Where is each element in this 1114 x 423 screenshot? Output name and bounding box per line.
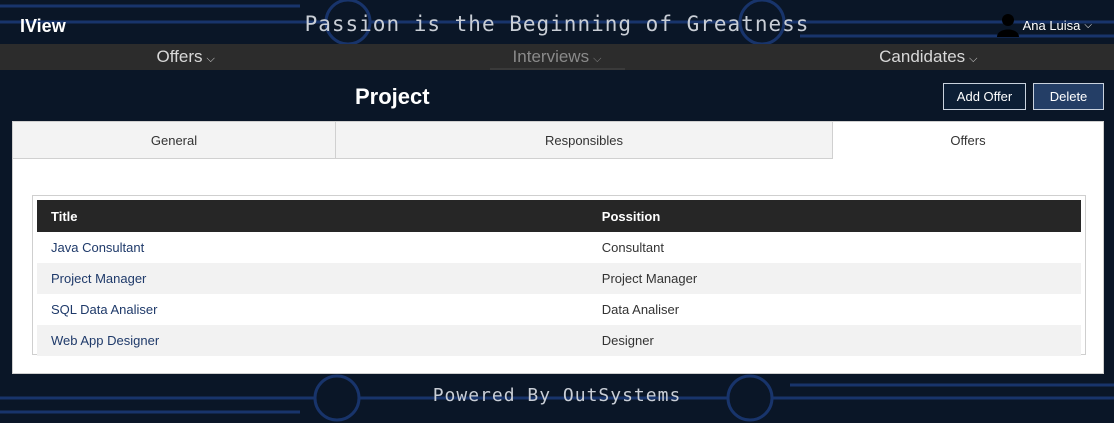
top-header: IView Passion is the Beginning of Greatn… xyxy=(0,0,1114,44)
nav-item-label: Interviews xyxy=(512,47,590,66)
offer-position: Data Analiser xyxy=(601,302,680,317)
page-title: Project xyxy=(355,84,430,109)
nav-item-label: Offers xyxy=(156,47,203,66)
offer-position: Consultant xyxy=(601,240,664,255)
table-header-row: Title Possition xyxy=(37,200,1081,232)
table-row: SQL Data Analiser Data Analiser xyxy=(37,294,1081,325)
offer-position: Designer xyxy=(587,325,1081,356)
offers-table-container: Title Possition Java Consultant Consulta… xyxy=(32,195,1086,356)
offer-title-link[interactable]: Project Manager xyxy=(37,263,588,294)
tab-bar: General Responsibles Offers xyxy=(13,122,1103,159)
nav-item-interviews[interactable]: Interviews ⌵ xyxy=(371,44,742,70)
delete-button[interactable]: Delete xyxy=(1033,83,1104,110)
column-header-title[interactable]: Title xyxy=(37,200,588,232)
tab-offers[interactable]: Offers xyxy=(833,122,1103,159)
tab-general[interactable]: General xyxy=(13,122,336,159)
chevron-down-icon: ⌵ xyxy=(206,53,215,65)
offers-table: Title Possition Java Consultant Consulta… xyxy=(37,200,1081,356)
user-menu[interactable]: Ana Luisa ⌵ xyxy=(996,13,1092,37)
table-row: Web App Designer Designer xyxy=(37,325,1081,356)
chevron-down-icon: ⌵ xyxy=(1084,19,1092,31)
user-silhouette-icon xyxy=(996,14,1019,37)
main-nav: Offers ⌵ Interviews ⌵ Candidates ⌵ xyxy=(0,44,1114,70)
tab-responsibles[interactable]: Responsibles xyxy=(336,122,833,159)
project-panel: General Responsibles Offers Title Possit… xyxy=(12,121,1104,374)
nav-item-candidates[interactable]: Candidates ⌵ xyxy=(743,44,1114,70)
table-row: Java Consultant Consultant xyxy=(37,232,1081,263)
offer-position: Project Manager xyxy=(587,263,1081,294)
offer-title-link[interactable]: Web App Designer xyxy=(37,325,588,356)
footer-powered-by: Powered By OutSystems xyxy=(432,385,682,406)
column-header-position[interactable]: Possition xyxy=(587,200,1081,232)
offer-title-link[interactable]: Java Consultant xyxy=(37,232,588,263)
add-offer-button[interactable]: Add Offer xyxy=(943,83,1026,110)
nav-item-offers[interactable]: Offers ⌵ xyxy=(0,44,371,70)
nav-active-indicator xyxy=(490,68,625,70)
table-row: Project Manager Project Manager xyxy=(37,263,1081,294)
nav-item-label: Candidates xyxy=(879,47,966,66)
chevron-down-icon: ⌵ xyxy=(969,53,978,65)
header-motto: Passion is the Beginning of Greatness xyxy=(304,12,810,36)
user-name: Ana Luisa xyxy=(1022,17,1081,33)
chevron-down-icon: ⌵ xyxy=(593,53,602,65)
offer-title-link[interactable]: SQL Data Analiser xyxy=(37,294,588,325)
